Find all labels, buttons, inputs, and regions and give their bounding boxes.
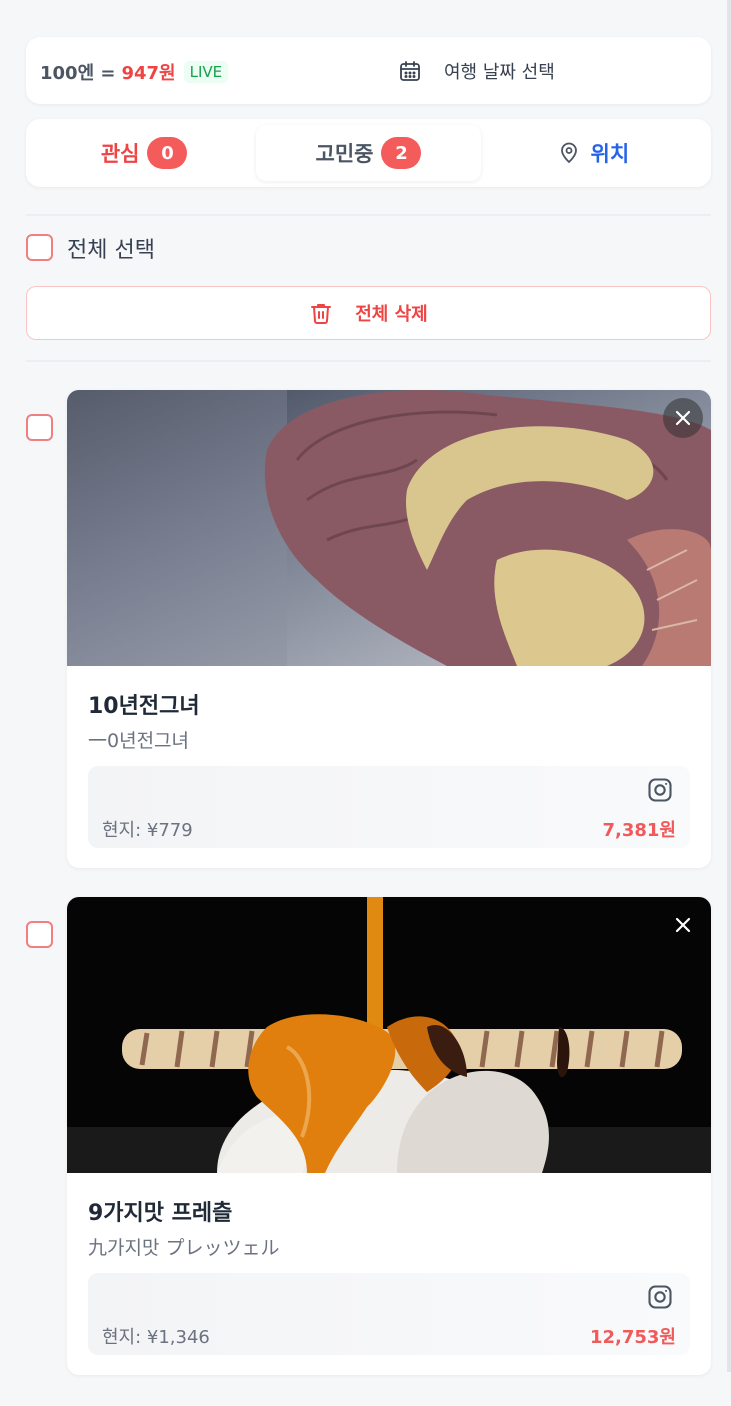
product-title: 10년전그녀 [88,694,200,719]
product-image [67,390,711,666]
krw-price: 7,381원 [602,820,677,841]
instagram-icon[interactable] [646,776,674,804]
remove-item-button[interactable] [663,905,703,945]
price-box: 현지: ¥779 7,381원 [88,766,690,848]
delete-all-button[interactable]: 전체 삭제 [26,286,711,340]
travel-date-button[interactable]: 여행 날짜 선택 [398,55,555,87]
product-subtitle: 九가지맛 プレッツェル [88,1237,280,1259]
calendar-icon [400,61,420,81]
rate-value: 947원 [121,63,176,84]
product-image [67,897,711,1173]
tab-location-label: 위치 [590,142,630,166]
brain-chocolate-image [67,390,711,666]
price-box: 현지: ¥1,346 12,753원 [88,1273,690,1355]
location-pin-icon [560,142,577,164]
trash-icon [311,304,332,324]
live-badge: LIVE [183,61,229,83]
product-card[interactable]: 10년전그녀 一0년전그녀 현지: ¥779 7,381원 [67,390,711,868]
scrollbar[interactable] [727,0,731,1372]
tab-considering[interactable]: 고민중 2 [256,125,481,181]
product-subtitle: 一0년전그녀 [88,730,190,752]
exchange-rate: 100엔 = 947원 LIVE [40,59,229,85]
pretzel-dessert-image [67,897,711,1173]
remove-item-button[interactable] [663,398,703,438]
divider [26,214,711,216]
delete-all-label: 전체 삭제 [355,304,428,325]
product-card[interactable]: 9가지맛 프레츨 九가지맛 プレッツェル 현지: ¥1,346 12,753원 [67,897,711,1375]
travel-date-label: 여행 날짜 선택 [444,62,555,83]
local-price: 현지: ¥779 [102,820,193,841]
tab-bar: 관심 0 고민중 2 위치 [26,119,711,187]
item-checkbox[interactable] [26,921,53,948]
tab-interest-count: 0 [147,137,188,169]
tab-location[interactable]: 위치 [481,125,705,181]
product-title: 9가지맛 프레츨 [88,1201,233,1226]
app-page: 100엔 = 947원 LIVE 여행 날짜 선택 관심 0 고민중 2 위치 … [0,0,731,1406]
tab-considering-count: 2 [381,137,422,169]
select-all-checkbox[interactable] [26,234,53,261]
divider [26,360,711,362]
instagram-icon[interactable] [646,1283,674,1311]
tab-interest[interactable]: 관심 0 [32,125,256,181]
item-checkbox[interactable] [26,414,53,441]
exchange-rate-bar: 100엔 = 947원 LIVE 여행 날짜 선택 [26,37,711,104]
select-all-label: 전체 선택 [67,238,155,263]
rate-base: 100엔 = [40,63,116,84]
tab-considering-label: 고민중 [315,142,374,166]
close-icon [675,917,691,933]
close-icon [675,410,691,426]
tab-interest-label: 관심 [100,142,140,166]
local-price: 현지: ¥1,346 [102,1327,210,1348]
krw-price: 12,753원 [589,1327,676,1348]
